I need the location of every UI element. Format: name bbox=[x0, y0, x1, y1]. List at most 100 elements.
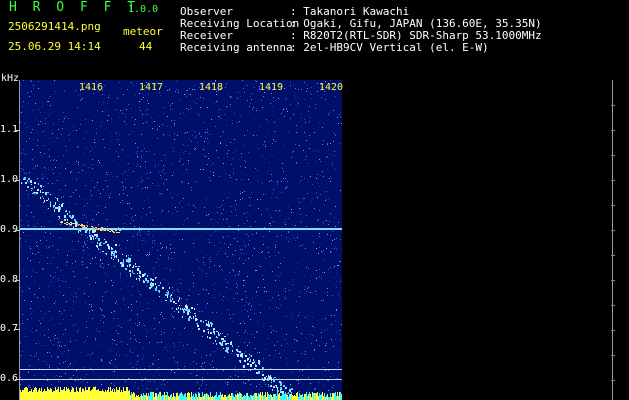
level-bar bbox=[277, 392, 278, 400]
head-echo bbox=[113, 232, 115, 233]
meteor-trace bbox=[250, 370, 251, 371]
meteor-trace bbox=[165, 294, 167, 296]
meteor-trace bbox=[279, 381, 281, 383]
meteor-trace bbox=[34, 186, 35, 188]
meteor-trace bbox=[58, 209, 59, 212]
level-bar bbox=[264, 395, 265, 400]
meteor-trace bbox=[254, 361, 255, 363]
level-bar bbox=[210, 392, 211, 400]
meteor-trace bbox=[166, 292, 167, 293]
level-bar bbox=[86, 390, 87, 400]
meteor-trace bbox=[195, 318, 197, 321]
level-bar bbox=[285, 394, 286, 400]
level-bar bbox=[51, 389, 52, 400]
meteor-trace bbox=[173, 301, 175, 303]
meteor-trace bbox=[203, 330, 205, 332]
level-bar bbox=[153, 392, 154, 400]
level-bar bbox=[61, 390, 62, 400]
level-bar bbox=[77, 391, 78, 400]
meteor-trace bbox=[23, 178, 24, 180]
level-bar bbox=[309, 392, 310, 400]
level-bar bbox=[265, 392, 266, 400]
meteor-trace bbox=[41, 186, 42, 188]
level-bar bbox=[63, 390, 64, 400]
level-bar bbox=[314, 393, 315, 400]
meteor-trace bbox=[167, 292, 169, 295]
level-bar bbox=[281, 396, 282, 400]
meteor-trace bbox=[144, 281, 145, 283]
meteor-trace bbox=[92, 235, 93, 237]
meteor-trace bbox=[69, 215, 70, 217]
meteor-trace bbox=[99, 243, 101, 246]
meteor-trace bbox=[197, 319, 198, 320]
meteor-trace bbox=[135, 263, 136, 265]
level-bar bbox=[114, 389, 115, 400]
level-bar bbox=[315, 393, 316, 400]
meteor-trace bbox=[50, 204, 51, 207]
level-bar bbox=[65, 391, 66, 400]
meteor-trace bbox=[70, 222, 72, 223]
head-echo bbox=[74, 223, 76, 224]
level-bar bbox=[300, 395, 301, 400]
head-echo bbox=[102, 230, 104, 231]
level-bar bbox=[47, 387, 48, 400]
level-bar bbox=[253, 395, 254, 400]
head-echo bbox=[101, 227, 103, 228]
level-bar bbox=[220, 392, 221, 400]
meteor-trace bbox=[254, 369, 256, 370]
level-bar bbox=[76, 387, 77, 400]
meteor-trace bbox=[167, 290, 168, 291]
level-bar bbox=[57, 389, 58, 400]
meteor-trace bbox=[48, 198, 49, 200]
head-echo bbox=[95, 227, 97, 228]
level-bar bbox=[126, 387, 127, 400]
level-bar bbox=[302, 394, 303, 400]
meteor-trace bbox=[242, 355, 243, 358]
level-bar bbox=[167, 392, 168, 400]
level-bar bbox=[327, 394, 328, 400]
meteor-trace bbox=[151, 285, 152, 288]
level-bar bbox=[256, 393, 257, 400]
meteor-trace bbox=[243, 365, 245, 368]
meteor-trace bbox=[250, 364, 252, 367]
meteor-trace bbox=[203, 321, 204, 323]
meteor-trace bbox=[70, 215, 71, 218]
meteor-trace bbox=[160, 282, 161, 284]
level-bar bbox=[31, 389, 32, 400]
meteor-trace bbox=[31, 184, 32, 185]
meteor-trace bbox=[129, 270, 131, 272]
meteor-trace bbox=[248, 358, 249, 360]
meteor-trace bbox=[66, 210, 67, 212]
meteor-trace bbox=[167, 296, 168, 298]
level-bar bbox=[215, 395, 216, 400]
level-bar bbox=[341, 394, 342, 400]
meteor-trace bbox=[225, 350, 227, 352]
level-bar bbox=[221, 395, 222, 400]
meteor-trace bbox=[221, 344, 223, 346]
meteor-trace bbox=[95, 238, 96, 239]
meteor-trace bbox=[61, 204, 63, 207]
level-bar bbox=[103, 391, 104, 400]
reference-line bbox=[20, 379, 342, 380]
meteor-trace bbox=[224, 336, 226, 337]
meteor-trace bbox=[209, 337, 211, 339]
level-bar bbox=[155, 393, 156, 400]
x-tick-label: 1416 bbox=[79, 82, 104, 93]
meteor-trace bbox=[106, 253, 107, 255]
level-bar bbox=[196, 394, 197, 400]
meteor-trace bbox=[285, 387, 287, 389]
meteor-trace bbox=[58, 206, 59, 209]
meteor-trace bbox=[236, 349, 238, 351]
level-bar bbox=[232, 393, 233, 400]
meteor-trace bbox=[104, 239, 105, 240]
meteor-trace bbox=[87, 226, 88, 227]
level-bar bbox=[246, 393, 247, 400]
level-bar bbox=[237, 393, 238, 400]
level-bar bbox=[130, 395, 131, 400]
level-bar bbox=[80, 387, 81, 400]
head-echo bbox=[69, 224, 71, 225]
meteor-trace bbox=[42, 196, 43, 197]
meteor-trace bbox=[55, 202, 56, 205]
meteor-trace bbox=[262, 378, 263, 380]
level-bar bbox=[168, 396, 169, 400]
